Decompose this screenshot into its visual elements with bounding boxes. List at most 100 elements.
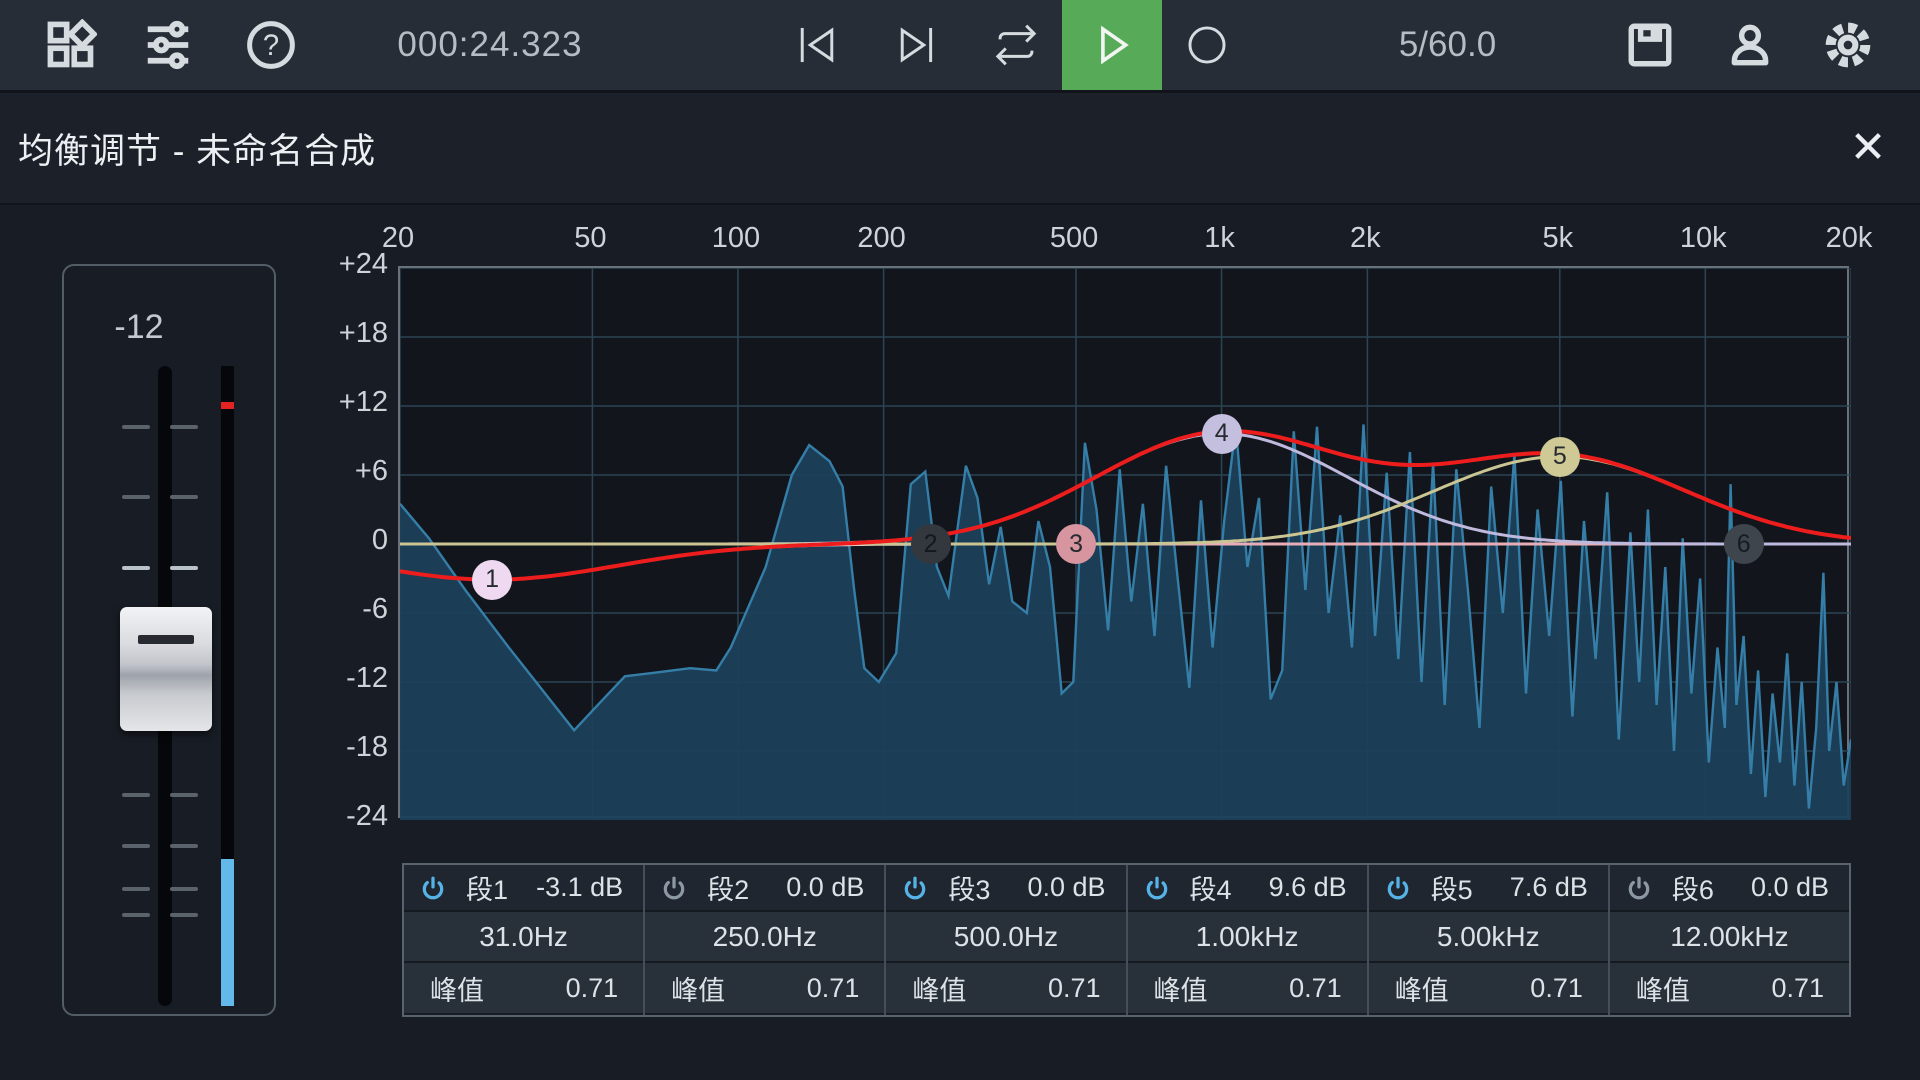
- band-name: 段6: [1672, 868, 1714, 907]
- user-icon[interactable]: [1722, 0, 1778, 90]
- save-icon[interactable]: [1622, 0, 1678, 90]
- fader-tick: [170, 844, 198, 848]
- band-q-value[interactable]: 0.71: [807, 973, 860, 1004]
- band-panel-3: 段3 0.0 dB 500.0Hz 峰值 0.71: [884, 865, 1125, 1015]
- db-tick-label: +24: [308, 248, 388, 281]
- band-peak-row: 峰值 0.71: [1369, 963, 1608, 1013]
- band-q-label: 峰值: [1636, 969, 1690, 1008]
- help-icon[interactable]: ?: [242, 0, 300, 90]
- band-power-icon[interactable]: [902, 875, 928, 901]
- plugin-titlebar: 均衡调节 - 未命名合成 ✕: [0, 90, 1920, 205]
- blocks-icon[interactable]: [42, 0, 100, 90]
- eq-band-handle-2[interactable]: 2: [911, 524, 951, 564]
- skip-start-icon[interactable]: [790, 0, 844, 90]
- band-q-label: 峰值: [1395, 969, 1449, 1008]
- mixer-sliders-icon[interactable]: [138, 0, 198, 90]
- fader-tick: [122, 913, 150, 917]
- fader-tick: [170, 425, 198, 429]
- band-name: 段4: [1190, 868, 1232, 907]
- band-power-icon[interactable]: [1626, 875, 1652, 901]
- tempo-display[interactable]: 5/60.0: [1360, 0, 1535, 90]
- band-frequency-value[interactable]: 12.00kHz: [1610, 912, 1849, 963]
- band-q-value[interactable]: 0.71: [1771, 973, 1824, 1004]
- band-q-label: 峰值: [430, 969, 484, 1008]
- band-header: 段1-3.1 dB: [404, 865, 643, 912]
- fader-tick: [170, 887, 198, 891]
- band-header: 段6 0.0 dB: [1610, 865, 1849, 912]
- fader-tick: [122, 844, 150, 848]
- band-q-value[interactable]: 0.71: [566, 973, 619, 1004]
- eq-band-handle-1[interactable]: 1: [472, 560, 512, 600]
- fader-tick: [122, 566, 150, 570]
- band-gain-value[interactable]: 9.6 dB: [1269, 872, 1347, 903]
- band-gain-value[interactable]: 0.0 dB: [1027, 872, 1105, 903]
- db-tick-label: -12: [308, 662, 388, 695]
- fader-tick: [170, 566, 198, 570]
- fader-handle[interactable]: [120, 607, 212, 731]
- db-tick-label: +18: [308, 317, 388, 350]
- band-frequency-value[interactable]: 500.0Hz: [886, 912, 1125, 963]
- band-gain-value[interactable]: -3.1 dB: [536, 872, 623, 903]
- db-tick-label: +12: [308, 386, 388, 419]
- settings-icon[interactable]: [1820, 0, 1876, 90]
- play-icon[interactable]: [1062, 0, 1162, 90]
- band-frequency-value[interactable]: 31.0Hz: [404, 912, 643, 963]
- record-icon[interactable]: [1180, 0, 1234, 90]
- eq-band-handle-4[interactable]: 4: [1202, 414, 1242, 454]
- eq-band-handle-6[interactable]: 6: [1724, 524, 1764, 564]
- eq-band-handle-5[interactable]: 5: [1540, 437, 1580, 477]
- freq-tick-label: 1k: [1160, 222, 1280, 255]
- volume-fader-panel: -12: [62, 264, 276, 1016]
- skip-end-icon[interactable]: [890, 0, 944, 90]
- freq-tick-label: 20k: [1789, 222, 1909, 255]
- band-panel-2: 段2 0.0 dB 250.0Hz 峰值 0.71: [643, 865, 884, 1015]
- close-icon[interactable]: ✕: [1840, 119, 1896, 175]
- fader-tick: [122, 495, 150, 499]
- band-panel-1: 段1-3.1 dB31.0Hz 峰值 0.71: [404, 865, 643, 1015]
- db-tick-label: +6: [308, 455, 388, 488]
- band-frequency-value[interactable]: 250.0Hz: [645, 912, 884, 963]
- db-tick-label: -24: [308, 800, 388, 833]
- freq-tick-label: 50: [530, 222, 650, 255]
- band-header: 段5 7.6 dB: [1369, 865, 1608, 912]
- band-name: 段5: [1431, 868, 1473, 907]
- band-frequency-value[interactable]: 5.00kHz: [1369, 912, 1608, 963]
- fader-tick: [122, 793, 150, 797]
- band-header: 段3 0.0 dB: [886, 865, 1125, 912]
- band-peak-row: 峰值 0.71: [404, 963, 643, 1013]
- band-q-label: 峰值: [671, 969, 725, 1008]
- loop-icon[interactable]: [986, 0, 1046, 90]
- band-panel-4: 段4 9.6 dB 1.00kHz峰值0.71: [1126, 865, 1367, 1015]
- eq-band-handle-3[interactable]: 3: [1056, 524, 1096, 564]
- band-name: 段2: [707, 868, 749, 907]
- fader-tick: [170, 495, 198, 499]
- freq-tick-label: 10k: [1643, 222, 1763, 255]
- eq-plot-area[interactable]: 1 2 3 4 5 6: [398, 266, 1849, 818]
- band-peak-row: 峰值 0.71: [645, 963, 884, 1013]
- fader-tick: [122, 887, 150, 891]
- band-frequency-value[interactable]: 1.00kHz: [1128, 912, 1367, 963]
- band-q-value[interactable]: 0.71: [1048, 973, 1101, 1004]
- db-tick-label: -18: [308, 731, 388, 764]
- band-peak-row: 峰值0.71: [1128, 963, 1367, 1013]
- band-q-label: 峰值: [912, 969, 966, 1008]
- band-gain-value[interactable]: 7.6 dB: [1510, 872, 1588, 903]
- freq-tick-label: 5k: [1498, 222, 1618, 255]
- fader-tick: [170, 913, 198, 917]
- band-power-icon[interactable]: [420, 875, 446, 901]
- band-power-icon[interactable]: [1144, 875, 1170, 901]
- band-strip: 段1-3.1 dB31.0Hz 峰值 0.71 段2 0.0 dB 250.0Hz 峰值 0.…: [402, 863, 1851, 1017]
- band-panel-6: 段6 0.0 dB 12.00kHz 峰值 0.71: [1608, 865, 1849, 1015]
- level-meter-fill: [221, 859, 234, 1006]
- band-gain-value[interactable]: 0.0 dB: [786, 872, 864, 903]
- time-display[interactable]: 000:24.323: [330, 0, 650, 90]
- band-peak-row: 峰值 0.71: [1610, 963, 1849, 1013]
- band-power-icon[interactable]: [661, 875, 687, 901]
- db-tick-label: 0: [308, 524, 388, 557]
- band-power-icon[interactable]: [1385, 875, 1411, 901]
- band-q-value[interactable]: 0.71: [1530, 973, 1583, 1004]
- band-name: 段3: [948, 868, 990, 907]
- band-q-value[interactable]: 0.71: [1289, 973, 1342, 1004]
- band-gain-value[interactable]: 0.0 dB: [1751, 872, 1829, 903]
- toolbar: ? 000:24.323 5/60.0: [0, 0, 1920, 90]
